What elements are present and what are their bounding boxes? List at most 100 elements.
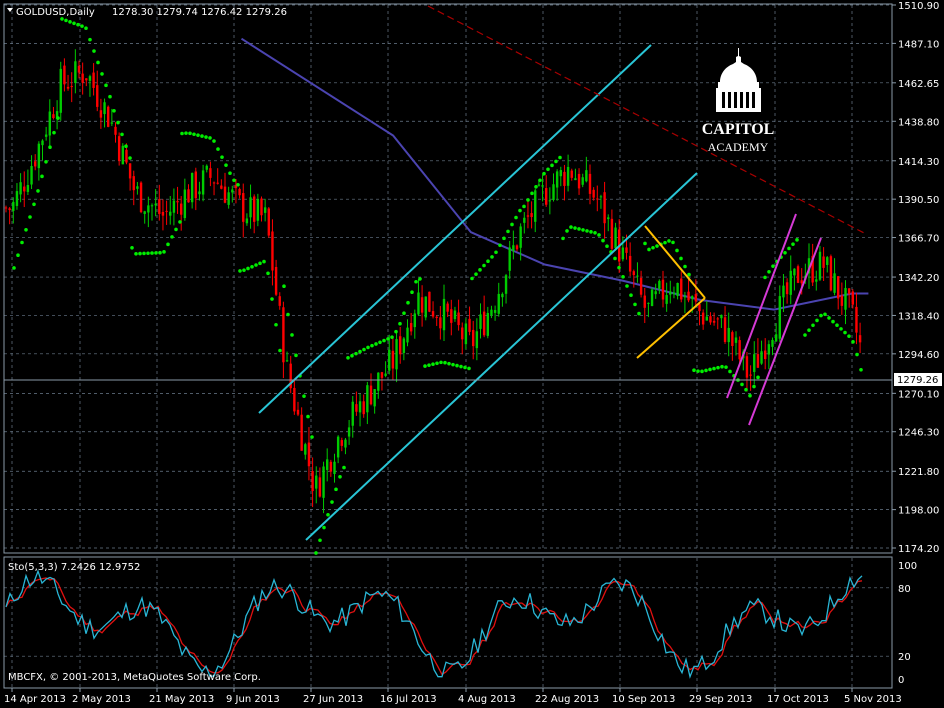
- sar-dot: [314, 551, 318, 555]
- bull-candle-body: [475, 331, 479, 349]
- bear-candle-body: [216, 182, 219, 184]
- bear-candle-body: [52, 114, 55, 119]
- bear-candle-body: [515, 245, 519, 250]
- sar-dot: [506, 229, 510, 234]
- bear-candle-body: [329, 461, 333, 472]
- bull-candle-body: [169, 211, 172, 216]
- indicator-panel-grid: [4, 558, 892, 687]
- sar-dot: [643, 241, 647, 246]
- sar-dot: [593, 230, 597, 235]
- sar-dot: [546, 167, 550, 172]
- bear-candle-body: [271, 231, 274, 271]
- bear-candle-body: [588, 173, 592, 194]
- date-tick-label: 10 Sep 2013: [612, 694, 675, 705]
- sar-dot: [573, 226, 577, 230]
- sar-dot: [423, 364, 427, 368]
- sar-dot: [763, 275, 767, 280]
- bull-candle-body: [190, 173, 194, 203]
- sar-dot: [514, 215, 518, 220]
- stoch-level-label: 20: [898, 652, 911, 663]
- sar-dot: [827, 316, 831, 320]
- bull-candle-body: [767, 344, 771, 355]
- sar-dot: [490, 255, 494, 259]
- bear-candle-body: [128, 163, 132, 179]
- bull-candle-body: [599, 196, 603, 198]
- sar-dot: [406, 300, 410, 305]
- sar-dot: [427, 363, 431, 367]
- sar-dot: [522, 204, 526, 209]
- bear-candle-body: [81, 73, 84, 83]
- sar-dot: [431, 362, 435, 367]
- sar-dot: [76, 22, 80, 27]
- bear-candle-body: [563, 171, 566, 186]
- bear-candle-body: [85, 78, 88, 81]
- sar-dot: [455, 363, 459, 368]
- bull-candle-body: [201, 170, 205, 195]
- bull-candle-body: [501, 293, 504, 298]
- sar-dot: [290, 333, 294, 337]
- bull-candle-body: [705, 316, 708, 321]
- sar-dot: [48, 145, 52, 150]
- resistance-dashed-line[interactable]: [427, 5, 867, 235]
- sar-dot: [783, 251, 787, 255]
- sar-dot: [791, 242, 795, 246]
- chart-canvas[interactable]: 1510.90 1487.10 1462.65 1438.80 1414.30 1390.…: [0, 0, 944, 708]
- sar-dot: [116, 120, 120, 125]
- triangle-upper-line[interactable]: [644, 225, 706, 299]
- sar-dot: [843, 330, 847, 335]
- bull-candle-body: [15, 191, 19, 206]
- sar-dot: [518, 208, 522, 213]
- bear-candle-body: [785, 282, 789, 295]
- channel-upper-line[interactable]: [258, 44, 652, 414]
- bull-candle-body: [778, 296, 781, 339]
- bull-candle-body: [48, 111, 51, 136]
- bull-candle-body: [121, 145, 124, 165]
- sar-dot: [108, 94, 112, 99]
- sar-dot: [494, 250, 498, 255]
- bull-candle-body: [344, 439, 347, 448]
- bull-candle-body: [373, 389, 376, 407]
- wedge-left-line[interactable]: [726, 213, 797, 399]
- bear-candle-body: [340, 440, 343, 446]
- bear-candle-body: [194, 171, 197, 199]
- bull-candle-body: [333, 461, 336, 474]
- current-price-label: 1279.26: [897, 375, 938, 386]
- bear-candle-body: [369, 385, 373, 405]
- bull-candle-body: [336, 436, 340, 458]
- bull-candle-body: [103, 102, 106, 115]
- sar-dot: [467, 366, 471, 371]
- bull-candle-body: [771, 339, 774, 347]
- sar-dot: [232, 178, 236, 183]
- bull-candle-body: [552, 184, 555, 200]
- sar-dot: [414, 279, 418, 284]
- price-tick-label: 1246.30: [898, 428, 939, 439]
- bull-candle-body: [581, 177, 584, 185]
- sar-dot: [262, 259, 266, 264]
- price-tick-label: 1318.40: [898, 311, 939, 322]
- sar-dot: [510, 222, 514, 227]
- sar-dot: [338, 474, 342, 479]
- bear-candle-body: [107, 106, 110, 127]
- sar-dot: [819, 313, 823, 318]
- bull-candle-body: [136, 186, 139, 189]
- wedge-right-line[interactable]: [748, 237, 822, 426]
- logo-line-1: CAPITOL: [702, 121, 775, 138]
- sar-dot: [374, 342, 378, 346]
- bull-candle-body: [406, 327, 409, 343]
- date-axis: 14 Apr 2013 2 May 2013 21 May 2013 9 Jun 20…: [4, 688, 902, 705]
- bull-candle-body: [304, 444, 307, 455]
- sar-dot: [88, 37, 92, 42]
- bull-candle-body: [676, 282, 679, 297]
- bear-candle-body: [4, 207, 8, 209]
- bull-candle-body: [508, 247, 511, 271]
- bull-candle-body: [424, 296, 427, 318]
- bear-candle-body: [63, 65, 66, 85]
- sar-dot: [696, 369, 700, 373]
- bull-candle-body: [654, 291, 657, 295]
- sar-dot: [238, 269, 242, 273]
- bear-candle-body: [23, 186, 26, 192]
- bull-candle-body: [815, 279, 818, 282]
- triangle-lower-line[interactable]: [636, 297, 706, 359]
- bear-candle-body: [293, 387, 296, 412]
- sar-dot: [740, 382, 744, 387]
